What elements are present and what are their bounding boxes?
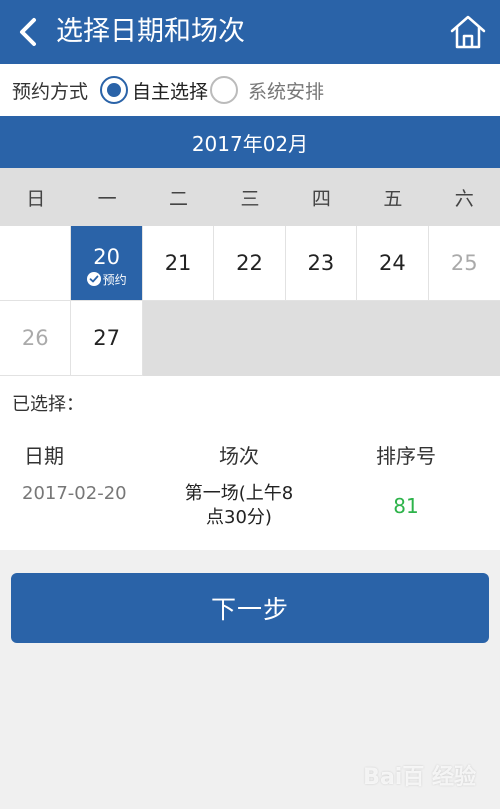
weekday-sat: 六 xyxy=(454,187,474,210)
selection-summary: 已选择： 日期 场次 排序号 2017-02-20 第一场(上午8 点30分) … xyxy=(0,376,500,550)
weekday-sun: 日 xyxy=(26,187,46,210)
header-order: 排序号 xyxy=(376,444,436,468)
session-line-2: 点30分) xyxy=(206,507,272,528)
calendar-week: 26 27 xyxy=(0,301,500,376)
chevron-left-icon xyxy=(20,18,36,46)
calendar-day-24[interactable]: 24 xyxy=(357,226,429,301)
page-title: 选择日期和场次 xyxy=(56,16,245,47)
weekday-fri: 五 xyxy=(383,187,403,210)
weekday-wed: 三 xyxy=(240,187,260,210)
calendar-empty-cell xyxy=(0,226,72,301)
day-number: 20 xyxy=(93,244,120,269)
order-number: 81 xyxy=(393,494,419,518)
selected-date: 2017-02-20 xyxy=(22,483,127,504)
radio-checked-icon xyxy=(100,76,129,104)
calendar-filler xyxy=(142,301,500,376)
calendar-day-26: 26 xyxy=(0,301,72,376)
calendar-day-22[interactable]: 22 xyxy=(214,226,286,301)
back-button[interactable] xyxy=(10,14,46,50)
month-title: 2017年02月 xyxy=(0,116,500,168)
calendar-day-20[interactable]: 20 预约 xyxy=(71,226,143,301)
radio-self-select-label: 自主选择 xyxy=(132,80,209,103)
radio-system-assign-label: 系统安排 xyxy=(248,80,325,103)
weekday-thu: 四 xyxy=(311,187,331,210)
weekday-tue: 二 xyxy=(169,187,189,210)
watermark: Bai百 经验 xyxy=(363,765,476,790)
app-header: 选择日期和场次 xyxy=(0,0,500,64)
calendar-grid: 20 预约 21 22 23 24 25 26 27 xyxy=(0,226,500,376)
calendar-day-25: 25 xyxy=(428,226,500,301)
calendar-day-21[interactable]: 21 xyxy=(142,226,215,301)
header-session: 场次 xyxy=(219,444,259,468)
booking-mode-row: 预约方式 自主选择 系统安排 xyxy=(0,64,500,116)
booked-tag: 预约 xyxy=(86,271,127,288)
calendar-week: 20 预约 21 22 23 24 25 xyxy=(0,226,500,301)
weekday-mon: 一 xyxy=(97,187,117,210)
header-date: 日期 xyxy=(24,444,64,468)
selected-session: 第一场(上午8 点30分) xyxy=(159,482,319,530)
weekday-header: 日 一 二 三 四 五 六 xyxy=(0,168,500,226)
home-button[interactable] xyxy=(448,12,488,52)
session-line-1: 第一场(上午8 xyxy=(184,483,294,504)
next-step-button[interactable]: 下一步 xyxy=(11,573,489,643)
selection-title: 已选择： xyxy=(12,394,84,415)
radio-unchecked-icon xyxy=(210,76,239,104)
calendar-day-27[interactable]: 27 xyxy=(71,301,143,376)
radio-system-assign[interactable]: 系统安排 xyxy=(210,76,324,104)
booking-mode-label: 预约方式 xyxy=(12,80,89,103)
home-icon xyxy=(450,15,486,49)
calendar-day-23[interactable]: 23 xyxy=(285,226,358,301)
radio-self-select[interactable]: 自主选择 xyxy=(100,76,208,104)
check-circle-icon xyxy=(86,272,101,286)
booked-tag-label: 预约 xyxy=(102,272,127,287)
